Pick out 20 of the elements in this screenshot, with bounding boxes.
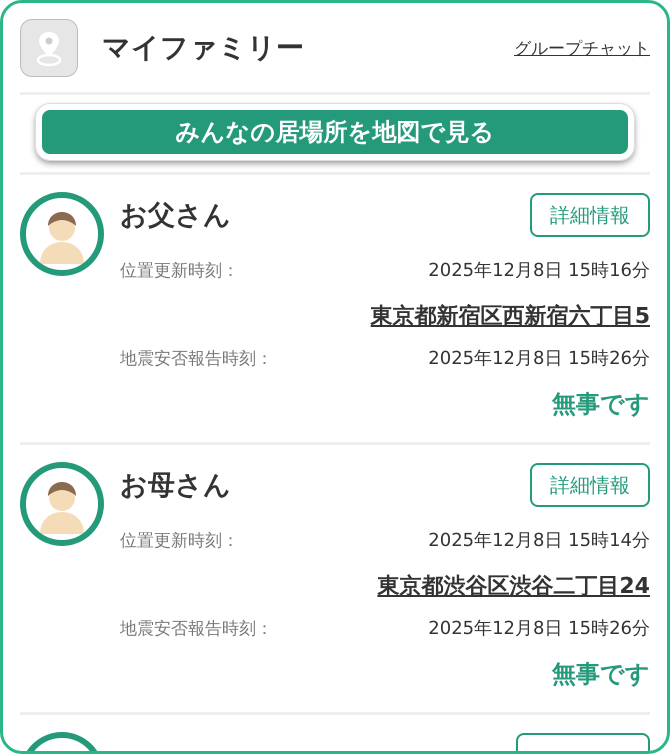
timestamp: 2025年12月8日 15時16分	[428, 259, 650, 282]
detail-button[interactable]: 詳細情報	[530, 193, 650, 237]
field-label: 地震安否報告時刻：	[120, 348, 273, 370]
timestamp: 2025年12月8日 15時26分	[428, 347, 650, 370]
field-label: 地震安否報告時刻：	[120, 618, 273, 640]
safety-status: 無事です	[552, 389, 650, 420]
field-label: 位置更新時刻：	[120, 260, 239, 282]
detail-button[interactable]: 詳細情報	[530, 463, 650, 507]
address-link[interactable]: 東京都渋谷区渋谷二丁目24	[377, 571, 650, 601]
safety-status: 無事です	[552, 659, 650, 690]
address-link[interactable]: 東京都新宿区西新宿六丁目5	[370, 301, 650, 331]
page-title: マイファミリー	[102, 30, 305, 66]
app-icon	[20, 19, 78, 77]
map-button[interactable]: みんなの居場所を地図で見る	[36, 104, 634, 160]
member-name: お母さん	[120, 469, 231, 503]
member-name: お父さん	[120, 199, 231, 233]
group-chat-link[interactable]: グループチャット	[514, 36, 650, 60]
field-label: 位置更新時刻：	[120, 530, 239, 552]
timestamp: 2025年12月8日 15時26分	[428, 617, 650, 640]
timestamp: 2025年12月8日 15時14分	[428, 529, 650, 552]
